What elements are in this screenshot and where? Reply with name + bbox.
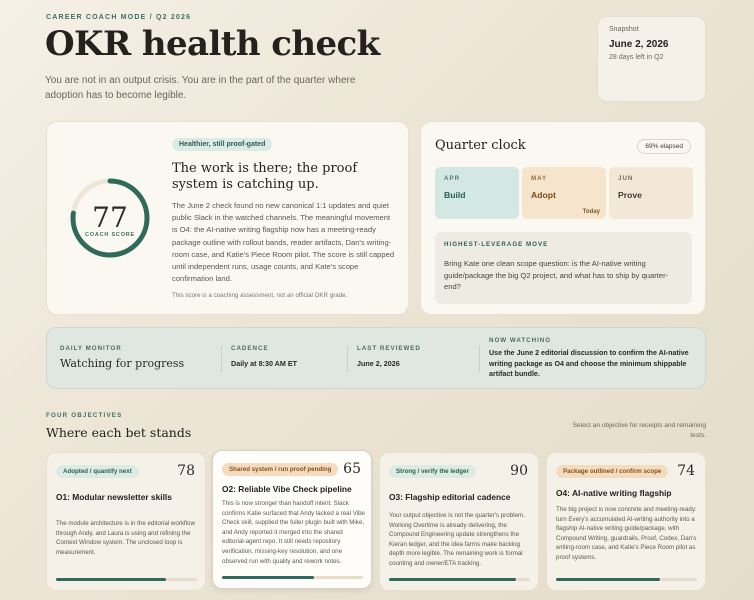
objectives-title: Where each bet stands bbox=[46, 425, 192, 440]
now-watching-label: NOW WATCHING bbox=[489, 337, 552, 344]
month-may: MAY Adopt Today bbox=[522, 167, 606, 219]
snapshot-days-left: 28 days left in Q2 bbox=[609, 54, 664, 61]
progress-fill bbox=[389, 578, 516, 581]
objective-card-o4[interactable]: Package outlined / confirm scope 74 O4: … bbox=[546, 452, 706, 591]
last-reviewed: LAST REVIEWED June 2, 2026 bbox=[357, 345, 421, 368]
objective-name: O3: Flagship editorial cadence bbox=[389, 492, 511, 502]
objective-progress-bar bbox=[389, 578, 530, 581]
score-headline: The work is there; the proof system is c… bbox=[172, 161, 358, 192]
objective-card-o1[interactable]: Adopted / quantify next 78 O1: Modular n… bbox=[46, 452, 206, 591]
objective-name: O2: Reliable Vibe Check pipeline bbox=[222, 484, 352, 494]
now-watching-value: Use the June 2 editorial discussion to c… bbox=[489, 349, 689, 378]
objective-name: O4: AI-native writing flagship bbox=[556, 488, 672, 498]
daily-monitor-strip: DAILY MONITOR Watching for progress CADE… bbox=[46, 327, 706, 389]
objective-score: 90 bbox=[510, 463, 528, 479]
score-body: The June 2 check found no new canonical … bbox=[172, 201, 395, 284]
month-phase: Build bbox=[444, 190, 466, 200]
objective-card-o3[interactable]: Strong / verify the ledger 90 O3: Flagsh… bbox=[379, 452, 539, 591]
objective-status-badge: Package outlined / confirm scope bbox=[556, 465, 669, 478]
elapsed-badge: 69% elapsed bbox=[637, 139, 691, 154]
header-eyebrow: CAREER COACH MODE / Q2 2026 bbox=[46, 14, 192, 21]
cadence-label: CADENCE bbox=[231, 345, 269, 352]
objectives-hint: Select an objective for receipts and rem… bbox=[572, 422, 706, 439]
last-reviewed-value: June 2, 2026 bbox=[357, 359, 400, 368]
daily-monitor-label: DAILY MONITOR bbox=[60, 345, 122, 352]
objective-description: This is now stronger than handoff intent… bbox=[222, 500, 365, 565]
move-heading: HIGHEST-LEVERAGE MOVE bbox=[444, 241, 549, 248]
quarter-clock-card: Quarter clock 69% elapsed APR Build MAY … bbox=[420, 121, 706, 315]
quarter-clock-title: Quarter clock bbox=[435, 138, 526, 153]
month-phase: Adopt bbox=[531, 190, 556, 200]
coach-score-label: COACH SCORE bbox=[84, 232, 136, 238]
month-apr: APR Build bbox=[435, 167, 519, 219]
progress-fill bbox=[556, 578, 661, 581]
month-jun: JUN Prove bbox=[609, 167, 693, 219]
divider bbox=[479, 346, 480, 372]
divider bbox=[347, 346, 348, 372]
objective-score: 65 bbox=[343, 461, 361, 477]
divider bbox=[221, 346, 222, 372]
last-reviewed-label: LAST REVIEWED bbox=[357, 345, 421, 352]
move-body: Bring Kate one clean scope question: is … bbox=[444, 259, 669, 291]
now-watching: NOW WATCHING Use the June 2 editorial di… bbox=[489, 337, 699, 380]
objective-score: 74 bbox=[677, 463, 695, 479]
score-status-badge: Healthier, still proof-gated bbox=[172, 138, 273, 151]
objectives-eyebrow: FOUR OBJECTIVES bbox=[46, 412, 123, 419]
snapshot-card: Snapshot June 2, 2026 28 days left in Q2 bbox=[597, 16, 706, 102]
snapshot-label: Snapshot bbox=[609, 26, 639, 33]
objective-description: The module architecture is in the editor… bbox=[56, 520, 195, 556]
objective-status-badge: Adopted / quantify next bbox=[56, 465, 139, 478]
cadence: CADENCE Daily at 8:30 AM ET bbox=[231, 345, 297, 368]
page-title: OKR health check bbox=[45, 24, 380, 64]
page-subtitle: You are not in an output crisis. You are… bbox=[45, 75, 356, 101]
daily-monitor: DAILY MONITOR Watching for progress bbox=[60, 345, 184, 370]
cadence-value: Daily at 8:30 AM ET bbox=[231, 359, 298, 368]
objective-progress-bar bbox=[222, 576, 363, 579]
objective-score: 78 bbox=[177, 463, 195, 479]
objective-progress-bar bbox=[56, 578, 197, 581]
month-label: APR bbox=[444, 175, 461, 182]
objective-name: O1: Modular newsletter skills bbox=[56, 492, 172, 502]
objective-description: Your output objective is not the quarter… bbox=[389, 512, 525, 567]
month-phase: Prove bbox=[618, 190, 642, 200]
month-label: MAY bbox=[531, 175, 548, 182]
daily-monitor-value: Watching for progress bbox=[60, 357, 185, 370]
objective-description: The big project is now concrete and meet… bbox=[556, 506, 697, 561]
month-label: JUN bbox=[618, 175, 634, 182]
coach-score-value: 77 bbox=[92, 201, 128, 234]
today-marker: Today bbox=[582, 209, 600, 215]
objective-status-badge: Strong / verify the ledger bbox=[389, 465, 476, 478]
score-card: 77 COACH SCORE Healthier, still proof-ga… bbox=[46, 121, 409, 315]
objective-status-badge: Shared system / run proof pending bbox=[222, 463, 339, 476]
progress-fill bbox=[222, 576, 314, 579]
progress-fill bbox=[56, 578, 166, 581]
objective-card-o2[interactable]: Shared system / run proof pending 65 O2:… bbox=[212, 450, 372, 589]
score-note: This score is a coaching assessment, not… bbox=[172, 292, 348, 299]
objective-progress-bar bbox=[556, 578, 697, 581]
highest-leverage-move: HIGHEST-LEVERAGE MOVE Bring Kate one cle… bbox=[435, 232, 692, 304]
snapshot-date: June 2, 2026 bbox=[609, 39, 669, 50]
